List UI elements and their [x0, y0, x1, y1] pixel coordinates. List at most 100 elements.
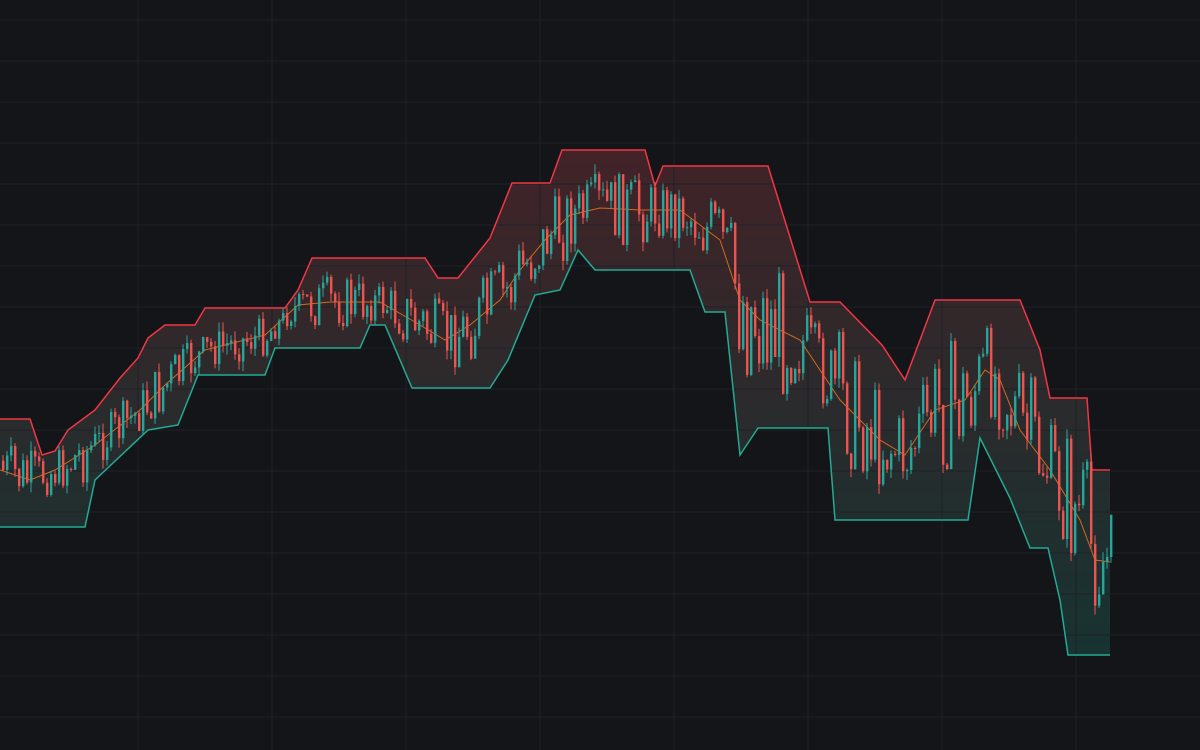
candle-body	[618, 174, 621, 236]
candle-body	[350, 279, 353, 315]
candle-body	[1010, 414, 1013, 427]
candle-body	[1094, 543, 1097, 606]
candle-body	[578, 193, 581, 209]
candle-body	[318, 288, 321, 326]
candle-body	[282, 313, 285, 321]
candle-body	[510, 287, 513, 303]
candle-body	[654, 187, 657, 224]
candle-body	[582, 193, 585, 218]
candle-body	[714, 201, 717, 213]
candle-body	[806, 315, 809, 341]
candle-body	[18, 468, 21, 487]
candle-body	[990, 328, 993, 417]
candle-body	[774, 309, 777, 357]
candle-body	[382, 286, 385, 313]
candle-body	[118, 417, 121, 439]
candle-body	[814, 323, 817, 328]
candle-body	[66, 468, 69, 486]
candle-body	[986, 328, 989, 354]
candle-body	[758, 336, 761, 364]
candle-body	[446, 311, 449, 351]
candle-body	[202, 337, 205, 352]
candle-body	[402, 333, 405, 340]
candle-body	[422, 311, 425, 321]
candle-body	[62, 450, 65, 486]
candle-body	[918, 413, 921, 449]
candle-body	[1030, 377, 1033, 440]
candle-body	[886, 459, 889, 470]
candle-body	[310, 296, 313, 317]
candle-body	[826, 398, 829, 404]
candle-body	[1074, 503, 1077, 554]
candle-body	[590, 182, 593, 185]
candle-body	[338, 301, 341, 323]
candle-body	[1070, 438, 1073, 554]
candle-body	[822, 338, 825, 404]
candle-body	[194, 367, 197, 374]
candle-body	[330, 276, 333, 294]
candle-body	[454, 315, 457, 368]
candle-body	[182, 349, 185, 382]
candle-body	[314, 316, 317, 326]
candle-body	[1026, 412, 1029, 440]
candle-body	[522, 250, 525, 265]
candle-body	[778, 273, 781, 357]
candle-body	[754, 307, 757, 337]
candle-body	[1022, 372, 1025, 413]
candle-body	[458, 336, 461, 368]
candle-body	[306, 294, 309, 297]
candle-body	[434, 298, 437, 343]
candle-body	[94, 433, 97, 446]
candle-body	[614, 182, 617, 236]
candle-body	[398, 323, 401, 334]
candle-body	[450, 315, 453, 351]
candle-body	[366, 305, 369, 317]
candle-body	[790, 367, 793, 383]
candle-body	[514, 275, 517, 303]
candle-body	[1050, 425, 1053, 478]
candle-body	[646, 221, 649, 243]
candle-body	[798, 368, 801, 374]
candle-body	[722, 209, 725, 232]
candle-body	[158, 372, 161, 412]
candle-body	[870, 427, 873, 460]
candle-body	[334, 293, 337, 302]
candle-body	[874, 389, 877, 460]
candle-body	[534, 268, 537, 279]
candle-body	[926, 384, 929, 413]
candle-body	[1054, 425, 1057, 452]
chart-canvas	[0, 0, 1200, 750]
candle-body	[946, 464, 949, 469]
candle-body	[954, 341, 957, 400]
candle-body	[442, 303, 445, 312]
candle-body	[418, 320, 421, 331]
candle-body	[834, 350, 837, 379]
candle-body	[718, 209, 721, 213]
candle-body	[478, 297, 481, 336]
candle-body	[538, 265, 541, 269]
candle-body	[126, 400, 129, 419]
candle-body	[414, 307, 417, 331]
candle-body	[430, 333, 433, 343]
candle-body	[258, 318, 261, 336]
candle-body	[666, 190, 669, 229]
candle-body	[682, 198, 685, 228]
candle-body	[394, 290, 397, 324]
candle-body	[670, 194, 673, 229]
candle-body	[678, 198, 681, 239]
candle-body	[1110, 514, 1113, 557]
candle-body	[42, 461, 45, 483]
candle-body	[302, 294, 305, 295]
candle-body	[406, 299, 409, 340]
candle-body	[1078, 503, 1081, 506]
candle-body	[1098, 594, 1101, 606]
candle-body	[58, 450, 61, 483]
candle-body	[626, 189, 629, 245]
candle-body	[426, 311, 429, 334]
candle-body	[526, 262, 529, 265]
candle-body	[634, 180, 637, 183]
candle-body	[1066, 438, 1069, 540]
candle-body	[726, 227, 729, 232]
candle-body	[742, 302, 745, 350]
candle-body	[130, 415, 133, 419]
